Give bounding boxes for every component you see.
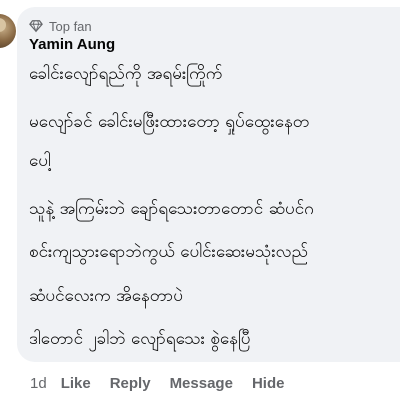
message-button[interactable]: Message [170, 375, 233, 392]
comment-actions: 1d Like Reply Message Hide [30, 375, 303, 392]
diamond-icon [29, 20, 43, 33]
hide-button[interactable]: Hide [252, 375, 285, 392]
comment-bubble [17, 7, 400, 362]
comment-line: စင်းကျသွားရောဘဲကွယ် ပေါင်းဆေးမသုံးလည် [29, 242, 309, 262]
comment-view: Top fan Yamin Aung ခေါင်းလျော်ရည်ကို အရမ… [0, 0, 400, 400]
author-name[interactable]: Yamin Aung [29, 36, 115, 53]
comment-line: သူနဲ့ အကြမ်းဘဲ ချော်ရသေးတာတောင် ဆံပင်ဂ [29, 199, 314, 219]
badge-label: Top fan [49, 18, 92, 34]
avatar[interactable] [0, 14, 16, 48]
top-fan-badge: Top fan [29, 17, 92, 35]
like-button[interactable]: Like [61, 375, 91, 392]
comment-line: မလျော်ခင် ခေါင်းမဖြီးထားတော့ ရှုပ်ထွေးနေ… [29, 112, 310, 132]
comment-line: ဆံပင်လေးက အိနေတာပဲ [29, 286, 183, 306]
comment-line: ဒါတောင် ၂ခါဘဲ လျော်ရသေး စွဲနေပြီ [29, 329, 251, 349]
comment-line: ပေါ့ [29, 151, 51, 171]
comment-line: ခေါင်းလျော်ရည်ကို အရမ်းကြိုက် [29, 64, 223, 84]
reply-button[interactable]: Reply [110, 375, 151, 392]
timestamp[interactable]: 1d [30, 375, 47, 392]
